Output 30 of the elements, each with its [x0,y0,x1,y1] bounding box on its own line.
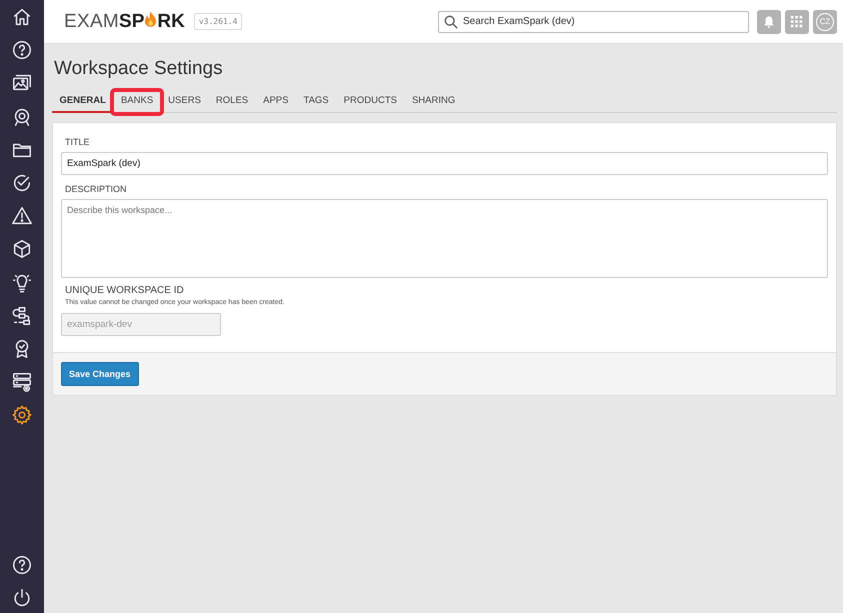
save-changes-button[interactable]: Save Changes [61,362,139,386]
tab[interactable]: PRODUCTS [336,91,404,113]
version-badge: v3.261.4 [194,13,242,30]
tab[interactable]: ROLES [208,91,256,113]
flowchart-icon[interactable] [11,304,33,327]
tab[interactable]: APPS [256,91,296,113]
field-label: DESCRIPTION [65,184,128,194]
tab[interactable]: USERS [160,91,208,113]
grid-icon [790,14,804,28]
search-icon [444,14,458,28]
bell-icon [762,14,776,28]
flame-icon [144,11,158,28]
tab[interactable]: BANKS [113,91,161,113]
tab[interactable]: SHARING [404,91,463,113]
search-field[interactable]: Search ExamSpark (dev) [438,10,749,32]
tab[interactable]: TAGS [296,91,336,113]
tab[interactable]: GENERAL [52,91,114,113]
description-input[interactable]: Describe this workspace... [61,199,828,278]
logo-text: RK [157,10,185,32]
page-title: Workspace Settings [54,58,224,80]
help-icon[interactable] [11,39,33,62]
logo-text: EXAM [64,10,120,32]
server-gear-icon[interactable] [11,371,33,394]
help-icon[interactable] [11,554,33,576]
title-input[interactable]: ExamSpark (dev) [61,152,828,175]
field-label: TITLE [65,137,91,147]
field-label: UNIQUE WORKSPACE ID [65,285,185,296]
cube-icon[interactable] [11,238,33,260]
logo-text: SP [119,10,144,32]
home-icon[interactable] [11,6,33,28]
